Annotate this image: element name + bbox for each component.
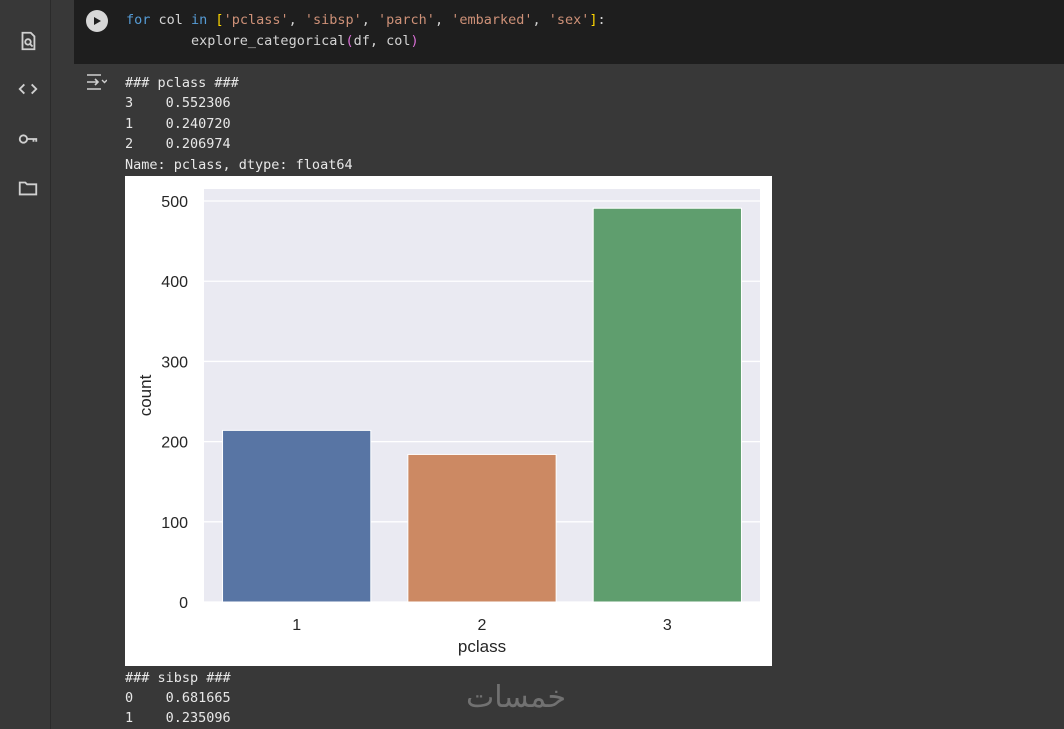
x-tick-label: 1 [292, 617, 301, 634]
output-toggle-icon[interactable] [84, 70, 108, 94]
output-row: 3 0.552306 [125, 95, 231, 111]
output-footer: Name: pclass, dtype: float64 [125, 157, 353, 173]
y-tick-label: 300 [161, 354, 188, 371]
keyword-for: for [126, 12, 151, 28]
code-string: 'pclass' [223, 12, 289, 28]
output-row: 2 0.206974 [125, 136, 231, 152]
output-pclass-header: ### pclass ### [125, 75, 239, 91]
bar-1 [222, 429, 372, 603]
bar-2 [407, 453, 557, 603]
y-axis-label: count [136, 374, 155, 416]
cell-gutter [51, 0, 73, 729]
code-icon[interactable] [14, 75, 42, 103]
y-tick-label: 0 [179, 595, 188, 612]
pclass-countplot: 0 100 200 300 400 500 1 2 3 pclass count [125, 176, 772, 666]
bracket-open: [ [207, 12, 224, 28]
chart-svg: 0 100 200 300 400 500 1 2 3 pclass count [136, 189, 760, 656]
left-sidebar [0, 0, 51, 729]
code-function-call: explore_categorical(df, col) [191, 33, 419, 49]
code-cell[interactable]: for col in ['pclass', 'sibsp', 'parch', … [74, 0, 1064, 64]
output-row: 0 0.681665 [125, 690, 231, 706]
run-cell-button[interactable] [86, 10, 108, 32]
code-editor[interactable]: for col in ['pclass', 'sibsp', 'parch', … [126, 10, 606, 52]
output-row: 1 0.235096 [125, 710, 231, 726]
keyword-in: in [191, 12, 208, 28]
code-string: 'sex' [548, 12, 590, 28]
code-string: 'parch' [378, 12, 435, 28]
y-tick-label: 100 [161, 515, 188, 532]
bar-3 [592, 207, 742, 603]
folder-icon[interactable] [14, 174, 42, 202]
code-colon: : [597, 12, 606, 28]
y-tick-label: 200 [161, 435, 188, 452]
y-tick-label: 400 [161, 274, 188, 291]
code-var: col [150, 12, 192, 28]
output-sibsp-header: ### sibsp ### [125, 670, 231, 686]
code-string: 'embarked' [451, 12, 533, 28]
x-tick-label: 3 [663, 617, 672, 634]
watermark-logo: خمسات [466, 680, 567, 715]
x-tick-label: 2 [478, 617, 487, 634]
bracket-close: ] [589, 12, 598, 28]
x-axis-label: pclass [458, 637, 506, 656]
code-string: 'sibsp' [304, 12, 362, 28]
output-row: 1 0.240720 [125, 116, 231, 132]
key-icon[interactable] [14, 125, 42, 153]
play-icon [94, 17, 101, 25]
search-doc-icon[interactable] [14, 27, 42, 55]
y-tick-label: 500 [161, 194, 188, 211]
